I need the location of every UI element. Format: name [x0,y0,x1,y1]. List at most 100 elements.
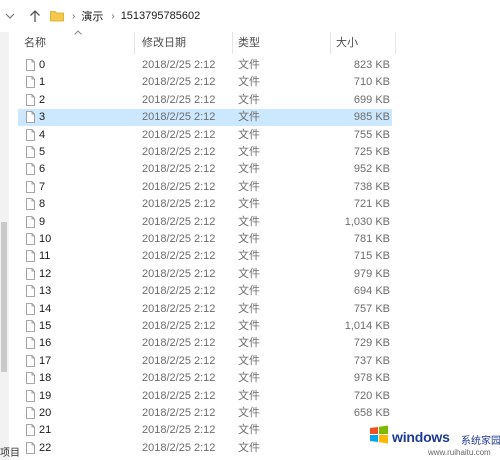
file-type: 文件 [238,250,260,263]
file-row[interactable]: 9 2018/2/25 2:12 文件 1,030 KB [18,214,392,231]
watermark-brand-cn: 系统家园 [461,436,500,447]
file-modified-date: 2018/2/25 2:12 [142,407,216,419]
file-row[interactable]: 0 2018/2/25 2:12 文件 823 KB [18,57,392,74]
column-header-name[interactable]: 名称 [24,32,46,54]
file-size: 823 KB [353,59,390,71]
file-size: 720 KB [353,389,390,402]
file-name: 4 [39,128,46,141]
column-divider[interactable] [134,32,135,54]
breadcrumb[interactable]: › 演示 › 1513795785602 [48,5,500,27]
file-row[interactable]: 15 2018/2/25 2:12 文件 1,014 KB [18,318,392,335]
file-row[interactable]: 6 2018/2/25 2:12 文件 952 KB [18,161,392,178]
file-type: 文件 [238,76,260,89]
file-row[interactable]: 11 2018/2/25 2:12 文件 715 KB [18,248,392,265]
file-modified-date: 2018/2/25 2:12 [142,180,216,193]
file-row[interactable]: 21 2018/2/25 2:12 文件 [18,422,392,439]
file-name: 13 [39,285,52,298]
file-icon [26,302,35,315]
file-name: 11 [39,250,51,263]
file-row[interactable]: 16 2018/2/25 2:12 文件 729 KB [18,335,392,352]
file-size: 694 KB [353,285,390,298]
file-icon [26,180,35,193]
file-name: 9 [39,215,46,228]
file-modified-date: 2018/2/25 2:12 [142,389,216,402]
file-modified-date: 2018/2/25 2:12 [142,111,216,124]
file-type: 文件 [238,354,260,367]
file-modified-date: 2018/2/25 2:12 [142,198,216,211]
file-row[interactable]: 8 2018/2/25 2:12 文件 721 KB [18,196,392,213]
scrollbar-thumb[interactable] [1,222,7,372]
file-size: 952 KB [353,163,390,176]
file-row[interactable]: 1 2018/2/25 2:12 文件 710 KB [18,74,392,91]
file-type: 文件 [238,59,260,71]
file-icon [26,337,35,350]
file-icon [26,163,35,176]
file-type: 文件 [238,93,260,106]
file-icon [26,250,35,263]
file-icon [26,198,35,211]
navigation-pane-edge [0,32,9,460]
file-icon [26,372,35,385]
file-name: 22 [39,441,52,454]
file-row[interactable]: 18 2018/2/25 2:12 文件 978 KB [18,370,392,387]
file-name: 3 [39,111,46,124]
up-button[interactable] [28,8,42,24]
file-row[interactable]: 12 2018/2/25 2:12 文件 979 KB [18,266,392,283]
column-divider[interactable] [232,32,233,54]
file-size: 729 KB [353,337,390,350]
file-name: 14 [39,302,52,315]
file-icon [26,267,35,280]
file-row[interactable]: 14 2018/2/25 2:12 文件 757 KB [18,301,392,318]
file-row[interactable]: 2 2018/2/25 2:12 文件 699 KB [18,92,392,109]
file-type: 文件 [238,424,260,437]
file-name: 1 [39,76,46,89]
file-name: 5 [39,146,46,158]
file-modified-date: 2018/2/25 2:12 [142,441,216,454]
breadcrumb-item[interactable]: 演示 [81,8,103,24]
file-modified-date: 2018/2/25 2:12 [142,285,216,298]
file-row[interactable]: 4 2018/2/25 2:12 文件 755 KB [18,127,392,144]
file-name: 0 [39,59,46,71]
file-modified-date: 2018/2/25 2:12 [142,337,216,350]
file-size: 715 KB [353,250,390,263]
file-row[interactable]: 3 2018/2/25 2:12 文件 985 KB [18,109,392,127]
file-modified-date: 2018/2/25 2:12 [142,354,216,367]
file-name: 18 [39,372,52,385]
file-icon [26,285,35,298]
file-icon [26,215,35,228]
file-row[interactable]: 10 2018/2/25 2:12 文件 781 KB [18,231,392,248]
file-name: 20 [39,407,52,419]
column-header-size[interactable]: 大小 [336,32,358,54]
file-size: 978 KB [353,372,390,385]
file-name: 19 [39,389,52,402]
file-type: 文件 [238,389,260,402]
file-size: 737 KB [353,354,390,367]
file-size: 725 KB [353,146,390,158]
file-row[interactable]: 13 2018/2/25 2:12 文件 694 KB [18,283,392,300]
breadcrumb-item[interactable]: 1513795785602 [121,10,201,22]
column-divider[interactable] [395,32,396,54]
file-modified-date: 2018/2/25 2:12 [142,146,216,158]
file-type: 文件 [238,215,260,228]
column-divider[interactable] [330,32,331,54]
file-row[interactable]: 20 2018/2/25 2:12 文件 658 KB [18,405,392,422]
column-header-type[interactable]: 类型 [238,32,260,54]
file-name: 2 [39,93,46,106]
file-row[interactable]: 17 2018/2/25 2:12 文件 737 KB [18,353,392,370]
file-name: 17 [39,354,52,367]
file-row[interactable]: 5 2018/2/25 2:12 文件 725 KB [18,144,392,161]
file-row[interactable]: 22 2018/2/25 2:12 文件 [18,440,392,457]
file-type: 文件 [238,111,260,124]
file-icon [26,233,35,245]
file-icon [26,407,35,419]
file-row[interactable]: 7 2018/2/25 2:12 文件 738 KB [18,179,392,196]
column-header-date[interactable]: 修改日期 [142,32,186,54]
file-modified-date: 2018/2/25 2:12 [142,215,216,228]
file-name: 12 [39,267,52,280]
file-modified-date: 2018/2/25 2:12 [142,302,216,315]
file-row[interactable]: 19 2018/2/25 2:12 文件 720 KB [18,388,392,405]
file-icon [26,320,35,332]
recent-locations-chevron-icon[interactable] [3,8,17,24]
file-modified-date: 2018/2/25 2:12 [142,267,216,280]
column-header-row: 名称 修改日期 类型 大小 [0,32,500,54]
